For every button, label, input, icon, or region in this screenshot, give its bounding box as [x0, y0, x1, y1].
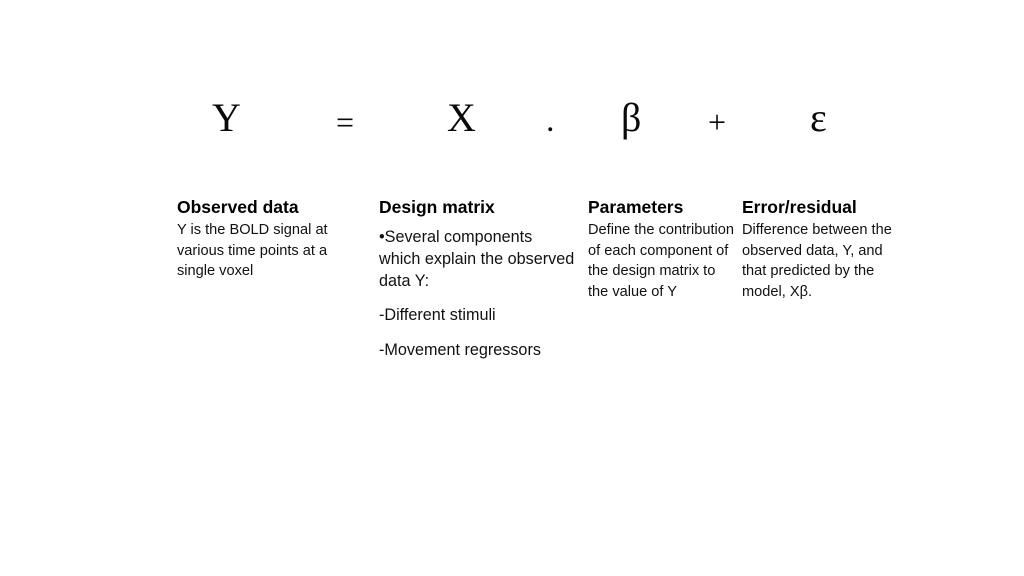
design-matrix-symbol: X	[447, 95, 476, 140]
column-heading-design-matrix: Design matrix	[379, 197, 495, 217]
slide-canvas: Y = X . β + ε Observed data Y is the BOL…	[0, 0, 1024, 576]
paragraph: Difference between the observed data, Y,…	[742, 222, 892, 300]
column-heading-error-residual: Error/residual	[742, 197, 857, 217]
column-parameters: Parameters Define the contribution of ea…	[588, 196, 738, 302]
equals-operator: =	[336, 104, 355, 140]
sub-item-different-stimuli: -Different stimuli	[379, 306, 496, 325]
paragraph: Y is the BOLD signal at various time poi…	[177, 222, 328, 280]
column-heading-observed-data: Observed data	[177, 197, 299, 217]
column-heading-parameters: Parameters	[588, 197, 684, 217]
sub-item-movement-regressors: -Movement regressors	[379, 341, 541, 360]
column-body-design-matrix: •Several components which explain the ob…	[379, 227, 575, 362]
bullet-several-components: •Several components which explain the ob…	[379, 228, 575, 290]
column-body-error-residual: Difference between the observed data, Y,…	[742, 220, 902, 302]
plus-operator: +	[708, 104, 727, 140]
glm-equation: Y = X . β + ε	[0, 98, 1024, 158]
column-design-matrix: Design matrix •Several components which …	[379, 196, 575, 362]
column-error-residual: Error/residual Difference between the ob…	[742, 196, 902, 302]
error-symbol: ε	[810, 95, 827, 140]
column-body-parameters: Define the contribution of each componen…	[588, 220, 738, 302]
observed-data-symbol: Y	[212, 95, 241, 140]
multiplication-dot-operator: .	[546, 102, 555, 139]
column-body-observed-data: Y is the BOLD signal at various time poi…	[177, 220, 357, 282]
parameters-symbol: β	[621, 95, 642, 140]
paragraph: Define the contribution of each componen…	[588, 222, 735, 300]
column-observed-data: Observed data Y is the BOLD signal at va…	[177, 196, 357, 282]
